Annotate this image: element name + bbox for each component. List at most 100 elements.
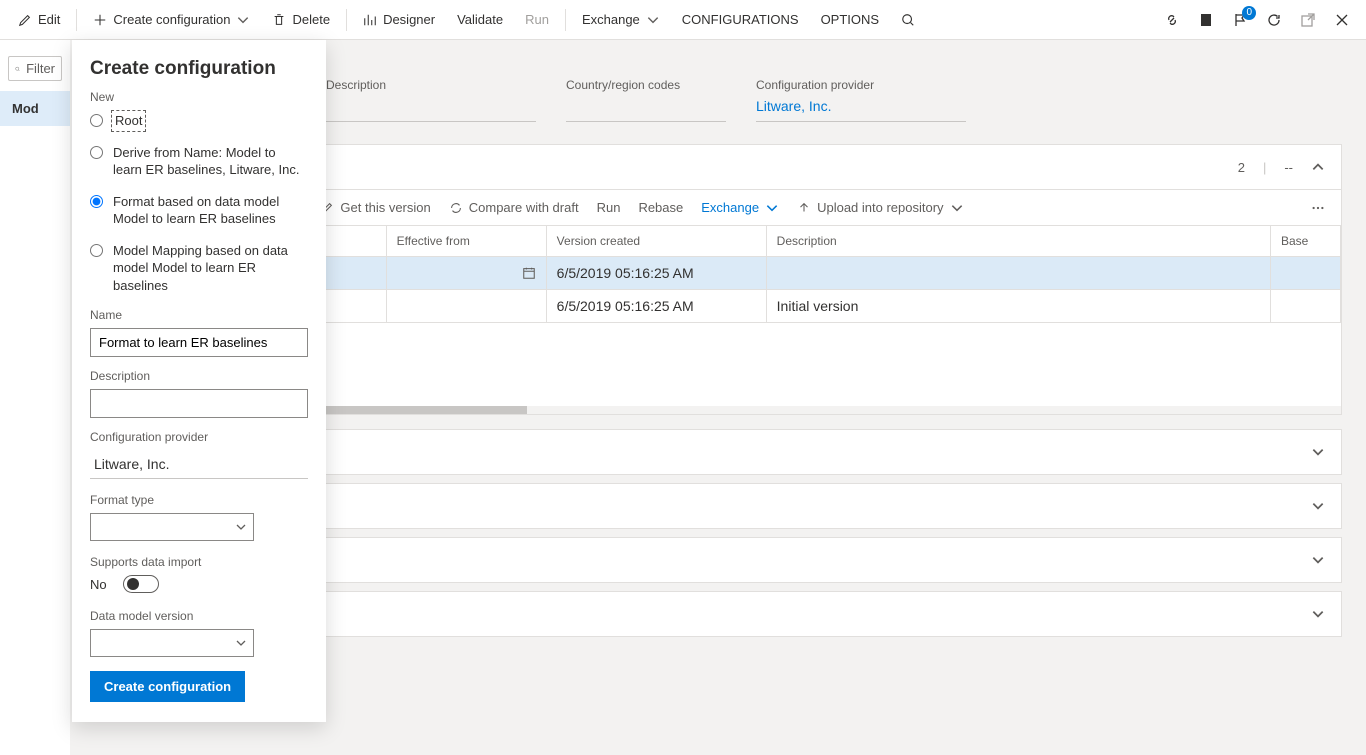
col-created[interactable]: Version created: [546, 226, 766, 257]
chevron-down-icon: [1311, 607, 1325, 621]
flyout-title: Create configuration: [90, 58, 308, 80]
compare-icon: [449, 201, 463, 215]
popout-icon: [1300, 12, 1316, 28]
toolbar-right: 0: [1164, 12, 1358, 28]
get-version-action[interactable]: Get this version: [320, 200, 430, 215]
chevron-down-icon: [1311, 553, 1325, 567]
refresh-icon: [1266, 12, 1282, 28]
office-icon: [1198, 12, 1214, 28]
dmv-label: Data model version: [90, 609, 308, 623]
run-action[interactable]: Run: [597, 200, 621, 215]
notifications-badge: 0: [1242, 6, 1256, 20]
chevron-down-icon: [765, 201, 779, 215]
tree-item-model[interactable]: Mod: [0, 91, 70, 126]
create-config-label: Create configuration: [113, 12, 230, 27]
chevron-down-icon: [1311, 445, 1325, 459]
close-button[interactable]: [1334, 12, 1350, 28]
pencil-icon: [18, 13, 32, 27]
versions-dash: --: [1284, 160, 1293, 175]
options-label: OPTIONS: [821, 12, 880, 27]
notifications-button[interactable]: 0: [1232, 12, 1248, 28]
filter-placeholder: Filter: [26, 61, 55, 76]
separator: [565, 9, 566, 31]
close-icon: [1334, 12, 1350, 28]
provider-value[interactable]: Litware, Inc.: [756, 92, 966, 122]
edit-label: Edit: [38, 12, 60, 27]
chevron-up-icon[interactable]: [1311, 160, 1325, 174]
trash-icon: [272, 13, 286, 27]
search-icon: [901, 13, 915, 27]
chevron-down-icon: [950, 201, 964, 215]
more-action[interactable]: [1311, 201, 1325, 215]
format-type-label: Format type: [90, 493, 308, 507]
radio-mapping[interactable]: Model Mapping based on data model Model …: [90, 242, 308, 295]
description-value[interactable]: [326, 92, 536, 122]
rebase-action[interactable]: Rebase: [638, 200, 683, 215]
name-field-label: Name: [90, 308, 308, 322]
edit-button[interactable]: Edit: [8, 6, 70, 33]
refresh-button[interactable]: [1266, 12, 1282, 28]
name-input[interactable]: [90, 328, 308, 357]
versions-count: 2: [1238, 160, 1245, 175]
separator: [76, 9, 77, 31]
compare-action[interactable]: Compare with draft: [449, 200, 579, 215]
designer-label: Designer: [383, 12, 435, 27]
chevron-down-icon: [646, 13, 660, 27]
exchange-label: Exchange: [582, 12, 640, 27]
radio-derive[interactable]: Derive from Name: Model to learn ER base…: [90, 144, 308, 179]
attach-button[interactable]: [1164, 12, 1180, 28]
provider-label: Configuration provider: [756, 78, 966, 92]
toolbar: Edit Create configuration Delete Designe…: [0, 0, 1366, 40]
description-input[interactable]: [90, 389, 308, 418]
description-field-label: Description: [90, 369, 308, 383]
upload-action[interactable]: Upload into repository: [797, 200, 963, 215]
provider-field-label: Configuration provider: [90, 430, 308, 444]
options-button[interactable]: OPTIONS: [811, 6, 890, 33]
delete-button[interactable]: Delete: [262, 6, 340, 33]
link-icon: [1164, 12, 1180, 28]
office-button[interactable]: [1198, 12, 1214, 28]
validate-button[interactable]: Validate: [447, 6, 513, 33]
popout-button[interactable]: [1300, 12, 1316, 28]
calendar-icon[interactable]: [522, 266, 536, 280]
configurations-button[interactable]: CONFIGURATIONS: [672, 6, 809, 33]
format-type-select[interactable]: [90, 513, 254, 541]
validate-label: Validate: [457, 12, 503, 27]
chevron-down-icon: [235, 521, 247, 533]
create-configuration-button[interactable]: Create configuration: [83, 6, 260, 33]
designer-button[interactable]: Designer: [353, 6, 445, 33]
search-icon: [15, 63, 20, 75]
provider-value: Litware, Inc.: [90, 450, 308, 479]
country-label: Country/region codes: [566, 78, 726, 92]
chevron-down-icon: [236, 13, 250, 27]
chevron-down-icon: [1311, 499, 1325, 513]
new-label: New: [90, 90, 308, 104]
supports-label: Supports data import: [90, 555, 308, 569]
chevron-down-icon: [235, 637, 247, 649]
supports-value: No: [90, 577, 107, 592]
exchange-button[interactable]: Exchange: [572, 6, 670, 33]
col-description[interactable]: Description: [766, 226, 1270, 257]
plus-icon: [93, 13, 107, 27]
supports-toggle[interactable]: [123, 575, 159, 593]
col-base[interactable]: Base: [1271, 226, 1341, 257]
upload-icon: [797, 201, 811, 215]
separator: [346, 9, 347, 31]
dmv-select[interactable]: [90, 629, 254, 657]
delete-label: Delete: [292, 12, 330, 27]
description-label: Description: [326, 78, 536, 92]
country-value[interactable]: [566, 92, 726, 122]
radio-root[interactable]: Root: [90, 112, 308, 130]
configurations-label: CONFIGURATIONS: [682, 12, 799, 27]
run-label: Run: [525, 12, 549, 27]
left-sidebar: Filter Mod: [0, 40, 70, 755]
radio-format[interactable]: Format based on data model Model to lear…: [90, 193, 308, 228]
col-effective[interactable]: Effective from: [386, 226, 546, 257]
exchange-action[interactable]: Exchange: [701, 200, 779, 215]
create-configuration-submit[interactable]: Create configuration: [90, 671, 245, 702]
create-configuration-flyout: Create configuration New Root Derive fro…: [72, 40, 326, 722]
more-icon: [1311, 201, 1325, 215]
filter-input[interactable]: Filter: [8, 56, 62, 81]
run-button[interactable]: Run: [515, 6, 559, 33]
search-button-top[interactable]: [891, 7, 925, 33]
